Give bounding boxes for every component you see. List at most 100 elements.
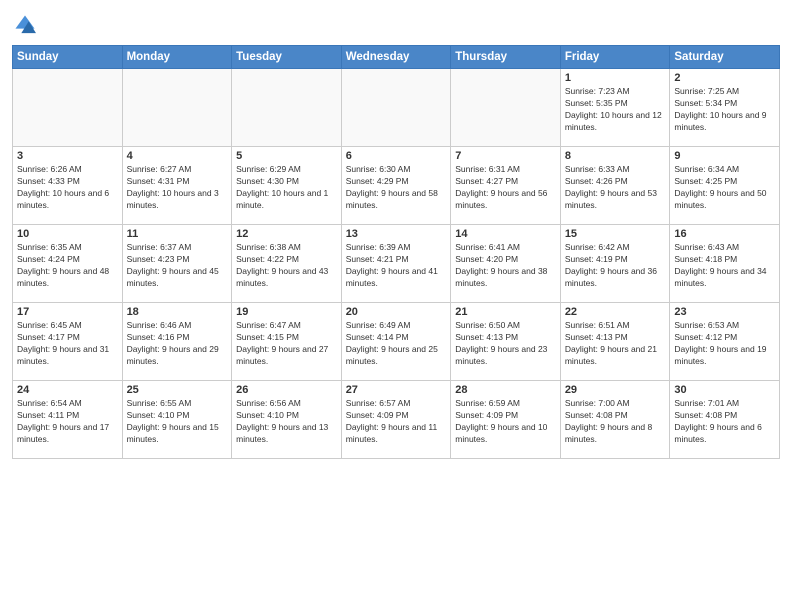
calendar-cell: 1 Sunrise: 7:23 AM Sunset: 5:35 PM Daylig… [560,69,670,147]
day-info: Sunrise: 6:57 AM Sunset: 4:09 PM Dayligh… [346,398,447,446]
day-number: 2 [674,72,775,84]
calendar-cell: 3 Sunrise: 6:26 AM Sunset: 4:33 PM Daylig… [13,147,123,225]
day-number: 10 [17,228,118,240]
day-number: 29 [565,384,666,396]
calendar-cell: 11 Sunrise: 6:37 AM Sunset: 4:23 PM Dayli… [122,225,232,303]
day-info: Sunrise: 6:30 AM Sunset: 4:29 PM Dayligh… [346,164,447,212]
calendar-cell: 22 Sunrise: 6:51 AM Sunset: 4:13 PM Dayli… [560,303,670,381]
weekday-header-wednesday: Wednesday [341,46,451,69]
calendar-cell: 9 Sunrise: 6:34 AM Sunset: 4:25 PM Daylig… [670,147,780,225]
day-number: 1 [565,72,666,84]
calendar-cell: 26 Sunrise: 6:56 AM Sunset: 4:10 PM Dayli… [232,381,342,459]
weekday-header-row: SundayMondayTuesdayWednesdayThursdayFrid… [13,46,780,69]
day-number: 3 [17,150,118,162]
day-number: 18 [127,306,228,318]
day-info: Sunrise: 6:45 AM Sunset: 4:17 PM Dayligh… [17,320,118,368]
day-number: 13 [346,228,447,240]
day-info: Sunrise: 6:33 AM Sunset: 4:26 PM Dayligh… [565,164,666,212]
day-info: Sunrise: 7:00 AM Sunset: 4:08 PM Dayligh… [565,398,666,446]
header-row [12,10,780,41]
calendar-cell: 10 Sunrise: 6:35 AM Sunset: 4:24 PM Dayli… [13,225,123,303]
calendar-cell: 16 Sunrise: 6:43 AM Sunset: 4:18 PM Dayli… [670,225,780,303]
day-info: Sunrise: 7:23 AM Sunset: 5:35 PM Dayligh… [565,86,666,134]
day-number: 23 [674,306,775,318]
calendar-container: SundayMondayTuesdayWednesdayThursdayFrid… [0,0,792,469]
calendar-cell: 21 Sunrise: 6:50 AM Sunset: 4:13 PM Dayli… [451,303,561,381]
weekday-header-sunday: Sunday [13,46,123,69]
calendar-cell: 2 Sunrise: 7:25 AM Sunset: 5:34 PM Daylig… [670,69,780,147]
day-info: Sunrise: 6:31 AM Sunset: 4:27 PM Dayligh… [455,164,556,212]
calendar-cell [341,69,451,147]
calendar-cell [122,69,232,147]
calendar-cell: 29 Sunrise: 7:00 AM Sunset: 4:08 PM Dayli… [560,381,670,459]
day-info: Sunrise: 6:34 AM Sunset: 4:25 PM Dayligh… [674,164,775,212]
day-info: Sunrise: 6:56 AM Sunset: 4:10 PM Dayligh… [236,398,337,446]
day-number: 25 [127,384,228,396]
day-number: 6 [346,150,447,162]
weekday-header-saturday: Saturday [670,46,780,69]
calendar-week-2: 10 Sunrise: 6:35 AM Sunset: 4:24 PM Dayli… [13,225,780,303]
day-info: Sunrise: 6:51 AM Sunset: 4:13 PM Dayligh… [565,320,666,368]
calendar-cell: 28 Sunrise: 6:59 AM Sunset: 4:09 PM Dayli… [451,381,561,459]
day-info: Sunrise: 6:39 AM Sunset: 4:21 PM Dayligh… [346,242,447,290]
calendar-cell: 20 Sunrise: 6:49 AM Sunset: 4:14 PM Dayli… [341,303,451,381]
day-info: Sunrise: 6:43 AM Sunset: 4:18 PM Dayligh… [674,242,775,290]
calendar-cell: 30 Sunrise: 7:01 AM Sunset: 4:08 PM Dayli… [670,381,780,459]
calendar-cell [13,69,123,147]
day-info: Sunrise: 6:47 AM Sunset: 4:15 PM Dayligh… [236,320,337,368]
day-number: 19 [236,306,337,318]
day-number: 27 [346,384,447,396]
day-info: Sunrise: 6:59 AM Sunset: 4:09 PM Dayligh… [455,398,556,446]
day-number: 7 [455,150,556,162]
calendar-cell: 23 Sunrise: 6:53 AM Sunset: 4:12 PM Dayli… [670,303,780,381]
calendar-cell: 5Sunrise: 6:29 AM Sunset: 4:30 PM Daylig… [232,147,342,225]
calendar-cell: 12 Sunrise: 6:38 AM Sunset: 4:22 PM Dayli… [232,225,342,303]
day-info: Sunrise: 6:53 AM Sunset: 4:12 PM Dayligh… [674,320,775,368]
day-info: Sunrise: 6:27 AM Sunset: 4:31 PM Dayligh… [127,164,228,212]
day-number: 15 [565,228,666,240]
calendar-cell: 17Sunrise: 6:45 AM Sunset: 4:17 PM Dayli… [13,303,123,381]
day-number: 24 [17,384,118,396]
day-info: Sunrise: 6:38 AM Sunset: 4:22 PM Dayligh… [236,242,337,290]
calendar-week-4: 24Sunrise: 6:54 AM Sunset: 4:11 PM Dayli… [13,381,780,459]
day-number: 21 [455,306,556,318]
day-number: 16 [674,228,775,240]
calendar-cell: 18Sunrise: 6:46 AM Sunset: 4:16 PM Dayli… [122,303,232,381]
day-number: 11 [127,228,228,240]
day-number: 14 [455,228,556,240]
calendar-cell: 8Sunrise: 6:33 AM Sunset: 4:26 PM Daylig… [560,147,670,225]
calendar-cell: 4 Sunrise: 6:27 AM Sunset: 4:31 PM Daylig… [122,147,232,225]
day-info: Sunrise: 6:42 AM Sunset: 4:19 PM Dayligh… [565,242,666,290]
logo-icon [14,14,36,36]
weekday-header-thursday: Thursday [451,46,561,69]
day-number: 20 [346,306,447,318]
day-info: Sunrise: 6:35 AM Sunset: 4:24 PM Dayligh… [17,242,118,290]
day-info: Sunrise: 6:50 AM Sunset: 4:13 PM Dayligh… [455,320,556,368]
calendar-table: SundayMondayTuesdayWednesdayThursdayFrid… [12,45,780,459]
calendar-cell: 27 Sunrise: 6:57 AM Sunset: 4:09 PM Dayli… [341,381,451,459]
day-number: 30 [674,384,775,396]
calendar-cell [232,69,342,147]
calendar-cell: 15 Sunrise: 6:42 AM Sunset: 4:19 PM Dayli… [560,225,670,303]
day-number: 22 [565,306,666,318]
weekday-header-tuesday: Tuesday [232,46,342,69]
day-info: Sunrise: 6:37 AM Sunset: 4:23 PM Dayligh… [127,242,228,290]
calendar-cell: 7 Sunrise: 6:31 AM Sunset: 4:27 PM Daylig… [451,147,561,225]
calendar-cell: 14 Sunrise: 6:41 AM Sunset: 4:20 PM Dayli… [451,225,561,303]
day-info: Sunrise: 6:41 AM Sunset: 4:20 PM Dayligh… [455,242,556,290]
calendar-cell: 24Sunrise: 6:54 AM Sunset: 4:11 PM Dayli… [13,381,123,459]
calendar-cell: 19 Sunrise: 6:47 AM Sunset: 4:15 PM Dayli… [232,303,342,381]
day-number: 5 [236,150,337,162]
day-number: 28 [455,384,556,396]
calendar-week-1: 3 Sunrise: 6:26 AM Sunset: 4:33 PM Daylig… [13,147,780,225]
day-info: Sunrise: 7:25 AM Sunset: 5:34 PM Dayligh… [674,86,775,134]
day-info: Sunrise: 7:01 AM Sunset: 4:08 PM Dayligh… [674,398,775,446]
calendar-cell: 25Sunrise: 6:55 AM Sunset: 4:10 PM Dayli… [122,381,232,459]
day-number: 26 [236,384,337,396]
day-info: Sunrise: 6:26 AM Sunset: 4:33 PM Dayligh… [17,164,118,212]
calendar-week-3: 17Sunrise: 6:45 AM Sunset: 4:17 PM Dayli… [13,303,780,381]
day-number: 9 [674,150,775,162]
day-number: 4 [127,150,228,162]
day-number: 12 [236,228,337,240]
day-info: Sunrise: 6:49 AM Sunset: 4:14 PM Dayligh… [346,320,447,368]
